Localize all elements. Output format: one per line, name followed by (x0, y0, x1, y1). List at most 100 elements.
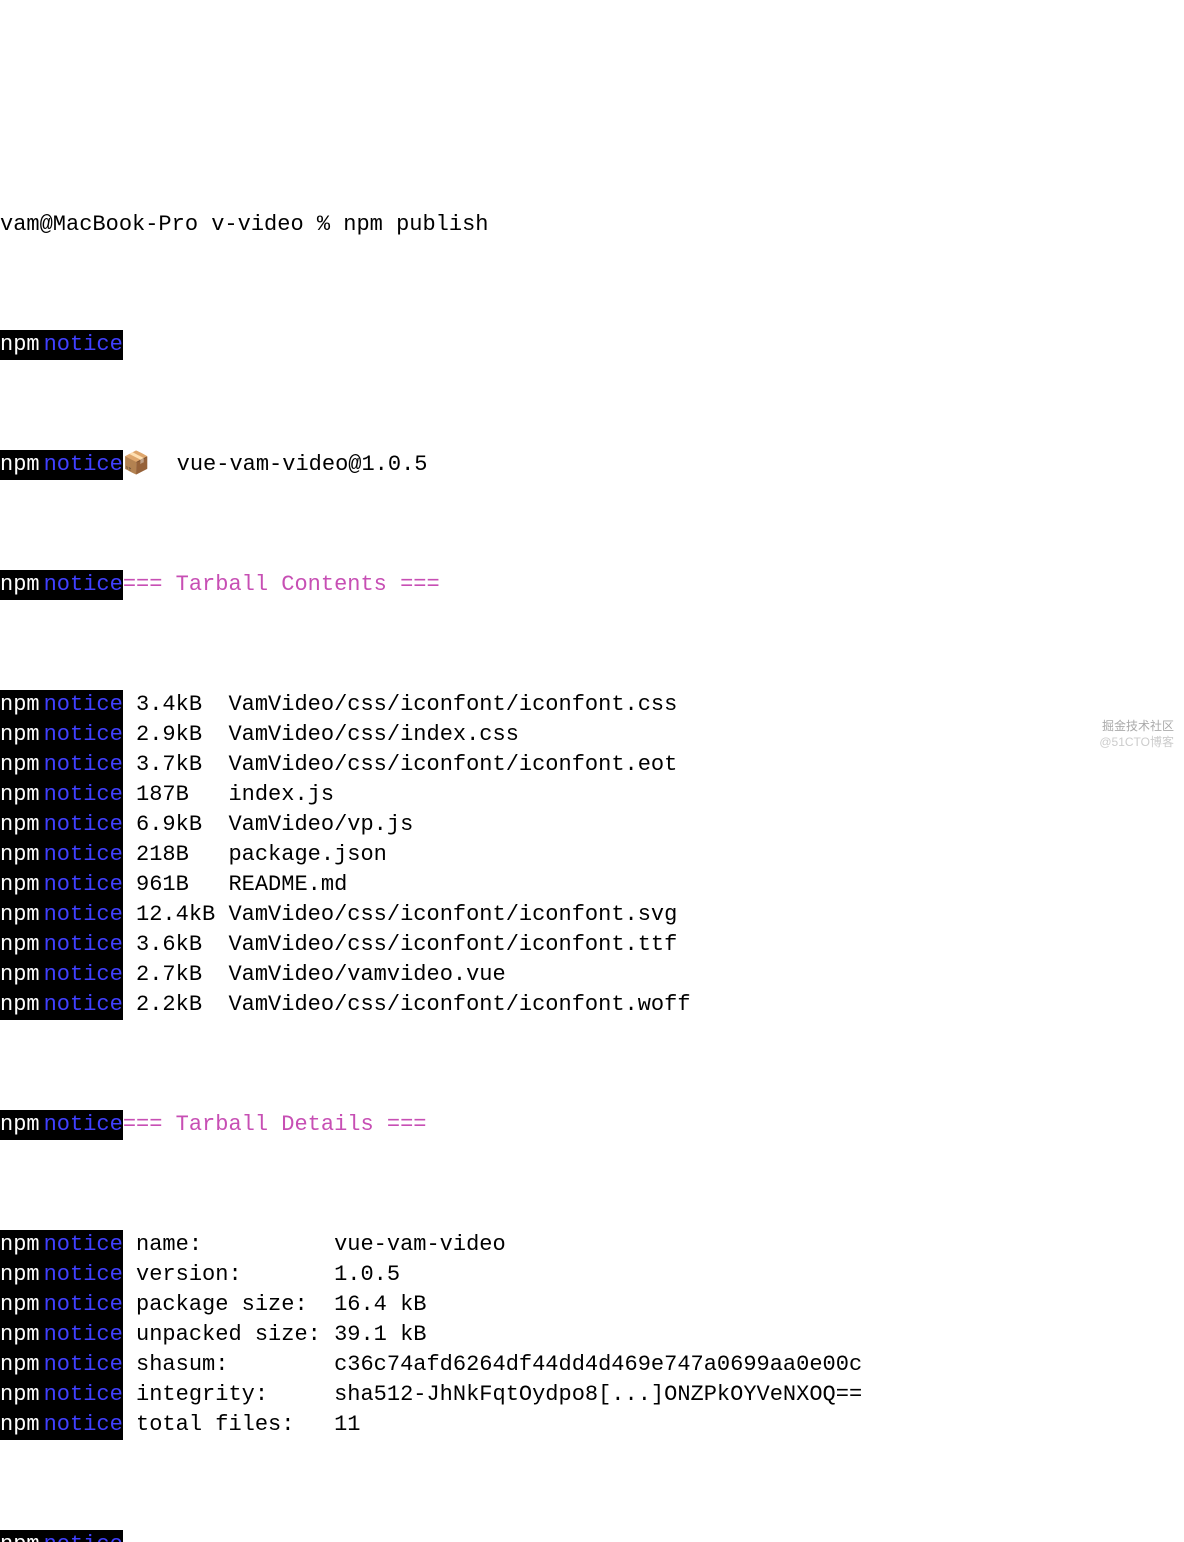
file-path: VamVideo/css/iconfont/iconfont.woff (228, 990, 690, 1020)
npm-prefix: npm (0, 570, 42, 600)
detail-key: unpacked size: (123, 1320, 334, 1350)
notice-label: notice (42, 1290, 123, 1320)
file-path: VamVideo/css/iconfont/iconfont.ttf (228, 930, 690, 960)
notice-label: notice (42, 900, 123, 930)
detail-value: 16.4 kB (334, 1290, 862, 1320)
file-path: package.json (228, 840, 690, 870)
detail-key: version: (123, 1260, 334, 1290)
npm-prefix: npm (0, 690, 42, 720)
tarball-content-row: npm notice 961B README.md (0, 870, 1184, 900)
file-size: 3.4kB (123, 690, 229, 720)
notice-label: notice (42, 1230, 123, 1260)
npm-prefix: npm (0, 930, 42, 960)
file-size: 6.9kB (123, 810, 229, 840)
detail-value: 11 (334, 1410, 862, 1440)
detail-key: name: (123, 1230, 334, 1260)
tarball-detail-row: npm notice unpacked size: 39.1 kB (0, 1320, 1184, 1350)
notice-label: notice (42, 1530, 123, 1542)
npm-prefix: npm (0, 1530, 42, 1542)
notice-line: npm notice (0, 1530, 1184, 1542)
file-path: VamVideo/vamvideo.vue (228, 960, 690, 990)
file-size: 2.9kB (123, 720, 229, 750)
file-path: VamVideo/css/iconfont/iconfont.eot (228, 750, 690, 780)
npm-prefix: npm (0, 1230, 42, 1260)
file-path: README.md (228, 870, 690, 900)
npm-prefix: npm (0, 1260, 42, 1290)
npm-prefix: npm (0, 780, 42, 810)
file-size: 2.7kB (123, 960, 229, 990)
tarball-detail-row: npm notice total files: 11 (0, 1410, 1184, 1440)
file-path: VamVideo/css/iconfont/iconfont.svg (228, 900, 690, 930)
notice-label: notice (42, 1320, 123, 1350)
tarball-detail-row: npm notice version: 1.0.5 (0, 1260, 1184, 1290)
detail-value: sha512-JhNkFqtOydpo8[...]ONZPkOYVeNXOQ== (334, 1380, 862, 1410)
tarball-detail-row: npm notice name: vue-vam-video (0, 1230, 1184, 1260)
file-path: VamVideo/css/iconfont/iconfont.css (228, 690, 690, 720)
npm-prefix: npm (0, 810, 42, 840)
file-size: 3.7kB (123, 750, 229, 780)
file-size: 961B (123, 870, 229, 900)
notice-label: notice (42, 690, 123, 720)
tarball-content-row: npm notice 2.7kB VamVideo/vamvideo.vue (0, 960, 1184, 990)
npm-prefix: npm (0, 1380, 42, 1410)
file-path: index.js (228, 780, 690, 810)
notice-label: notice (42, 1110, 123, 1140)
shell-prompt: vam@MacBook-Pro v-video % npm publish (0, 210, 488, 240)
npm-prefix: npm (0, 1320, 42, 1350)
file-size: 218B (123, 840, 229, 870)
tarball-detail-row: npm notice package size: 16.4 kB (0, 1290, 1184, 1320)
file-size: 12.4kB (123, 900, 229, 930)
notice-label: notice (42, 960, 123, 990)
npm-prefix: npm (0, 1410, 42, 1440)
detail-key: shasum: (123, 1350, 334, 1380)
npm-prefix: npm (0, 840, 42, 870)
notice-label: notice (42, 1260, 123, 1290)
tarball-detail-row: npm notice shasum: c36c74afd6264df44dd4d… (0, 1350, 1184, 1380)
npm-prefix: npm (0, 1290, 42, 1320)
detail-key: package size: (123, 1290, 334, 1320)
package-line: npm notice 📦 vue-vam-video@1.0.5 (0, 450, 1184, 480)
tarball-content-row: npm notice 3.4kB VamVideo/css/iconfont/i… (0, 690, 1184, 720)
detail-value: vue-vam-video (334, 1230, 862, 1260)
notice-label: notice (42, 330, 123, 360)
section-header: === Tarball Contents === (123, 570, 440, 600)
file-size: 2.2kB (123, 990, 229, 1020)
tarball-content-row: npm notice 3.7kB VamVideo/css/iconfont/i… (0, 750, 1184, 780)
notice-label: notice (42, 450, 123, 480)
notice-label: notice (42, 750, 123, 780)
package-icon: 📦 (123, 450, 150, 480)
notice-label: notice (42, 840, 123, 870)
notice-label: notice (42, 1380, 123, 1410)
tarball-content-row: npm notice 12.4kB VamVideo/css/iconfont/… (0, 900, 1184, 930)
notice-label: notice (42, 570, 123, 600)
file-size: 3.6kB (123, 930, 229, 960)
notice-label: notice (42, 780, 123, 810)
file-path: VamVideo/vp.js (228, 810, 690, 840)
notice-label: notice (42, 870, 123, 900)
tarball-details-header: npm notice === Tarball Details === (0, 1110, 1184, 1140)
tarball-content-row: npm notice 2.9kB VamVideo/css/index.css (0, 720, 1184, 750)
npm-prefix: npm (0, 1110, 42, 1140)
section-header: === Tarball Details === (123, 1110, 427, 1140)
notice-label: notice (42, 1350, 123, 1380)
tarball-content-row: npm notice 6.9kB VamVideo/vp.js (0, 810, 1184, 840)
notice-label: notice (42, 930, 123, 960)
npm-prefix: npm (0, 720, 42, 750)
npm-prefix: npm (0, 450, 42, 480)
npm-prefix: npm (0, 900, 42, 930)
notice-line: npm notice (0, 330, 1184, 360)
file-size: 187B (123, 780, 229, 810)
tarball-content-row: npm notice 2.2kB VamVideo/css/iconfont/i… (0, 990, 1184, 1020)
npm-prefix: npm (0, 960, 42, 990)
detail-value: c36c74afd6264df44dd4d469e747a0699aa0e00c (334, 1350, 862, 1380)
package-name: vue-vam-video@1.0.5 (150, 450, 427, 480)
notice-label: notice (42, 810, 123, 840)
detail-value: 1.0.5 (334, 1260, 862, 1290)
tarball-content-row: npm notice 3.6kB VamVideo/css/iconfont/i… (0, 930, 1184, 960)
tarball-content-row: npm notice 187B index.js (0, 780, 1184, 810)
watermark: @51CTO博客 (1099, 727, 1174, 757)
npm-prefix: npm (0, 750, 42, 780)
tarball-contents-list: npm notice 3.4kB VamVideo/css/iconfont/i… (0, 690, 1184, 1020)
notice-label: notice (42, 1410, 123, 1440)
terminal-output: vam@MacBook-Pro v-video % npm publish np… (0, 120, 1184, 1542)
